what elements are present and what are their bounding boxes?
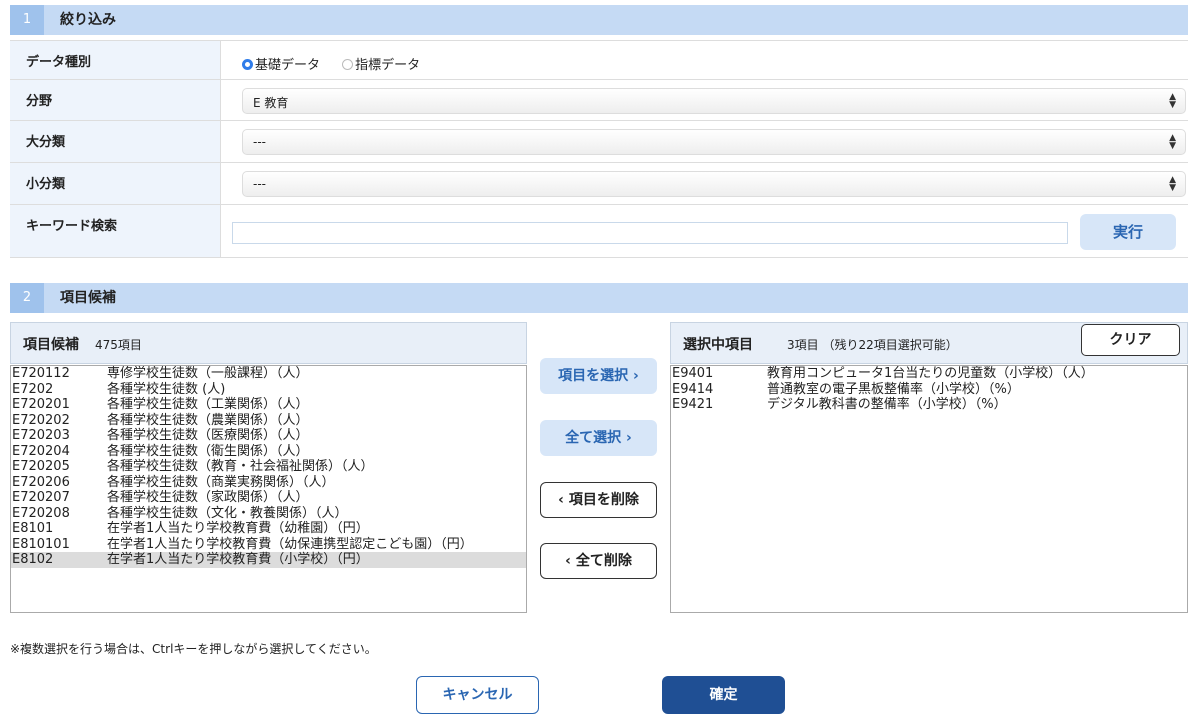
item-name: 在学者1人当たり学校教育費（幼保連携型認定こども園）（円）	[107, 536, 473, 552]
candidates-listbox[interactable]: E720112 専修学校生徒数（一般課程）（人） E7202 各種学校生徒数 (人) E…	[10, 365, 527, 613]
execute-button[interactable]: 実行	[1080, 214, 1176, 250]
item-name: 普通教室の電子黒板整備率（小学校）（%）	[767, 381, 1020, 397]
list-item[interactable]: E720201 各種学校生徒数（工業関係）（人）	[11, 397, 526, 413]
selected-title: 選択中項目	[683, 337, 753, 353]
radio-basic-data[interactable]: 基礎データ	[242, 58, 338, 73]
section-number: 2	[10, 283, 44, 313]
item-code: E720208	[12, 505, 70, 521]
field-label: 分野	[26, 94, 53, 109]
item-name: 各種学校生徒数 (人)	[107, 381, 226, 397]
list-item[interactable]: E720208 各種学校生徒数（文化・教養関係）（人）	[11, 506, 526, 522]
select-all-button[interactable]: 全て選択 ›	[540, 420, 657, 456]
list-item[interactable]: E720204 各種学校生徒数（衛生関係）（人）	[11, 444, 526, 460]
item-name: 各種学校生徒数（農業関係）（人）	[107, 412, 309, 428]
item-code: E9414	[672, 381, 714, 397]
candidates-panel-header: 項目候補 475項目	[10, 322, 527, 364]
item-code: E720201	[12, 397, 70, 412]
item-code: E720204	[12, 443, 70, 459]
list-item[interactable]: E810101 在学者1人当たり学校教育費（幼保連携型認定こども園）（円）	[11, 537, 526, 553]
item-name: 専修学校生徒数（一般課程）（人）	[107, 366, 309, 381]
select-item-button[interactable]: 項目を選択 ›	[540, 358, 657, 394]
list-item[interactable]: E7202 各種学校生徒数 (人)	[11, 382, 526, 398]
list-item[interactable]: E8102 在学者1人当たり学校教育費（小学校）（円）	[11, 552, 526, 568]
item-code: E810101	[12, 536, 70, 552]
confirm-button[interactable]: 確定	[662, 676, 785, 714]
select-arrows-icon: ▲ ▼	[1169, 133, 1176, 151]
list-item[interactable]: E720205 各種学校生徒数（教育・社会福祉関係）（人）	[11, 459, 526, 475]
major-category-row: 大分類 --- ▲ ▼	[10, 121, 1188, 163]
item-code: E720112	[12, 366, 70, 381]
item-code: E720207	[12, 490, 70, 505]
item-name: 教育用コンピュータ1台当たりの児童数（小学校）（人）	[767, 366, 1094, 381]
minor-category-label: 小分類	[26, 177, 66, 192]
list-item[interactable]: E8101 在学者1人当たり学校教育費（幼稚園）（円）	[11, 521, 526, 537]
item-code: E7202	[12, 381, 54, 397]
item-code: E9401	[672, 366, 714, 381]
selected-count: 3項目 （残り22項目選択可能）	[787, 338, 958, 352]
list-item[interactable]: E720206 各種学校生徒数（商業実務関係）（人）	[11, 475, 526, 491]
item-name: 在学者1人当たり学校教育費（小学校）（円）	[107, 552, 369, 567]
delete-item-button[interactable]: ‹ 項目を削除	[540, 482, 657, 518]
data-type-row: データ種別 基礎データ 指標データ	[10, 41, 1188, 80]
item-name: 各種学校生徒数（衛生関係）（人）	[107, 443, 309, 459]
field-row: 分野 E 教育 ▲ ▼	[10, 80, 1188, 121]
multi-select-note: ※複数選択を行う場合は、Ctrlキーを押しながら選択してください。	[10, 642, 377, 656]
keyword-label: キーワード検索	[26, 219, 118, 234]
keyword-input[interactable]	[232, 222, 1068, 244]
item-code: E8101	[12, 521, 54, 536]
item-name: 各種学校生徒数（商業実務関係）（人）	[107, 474, 335, 490]
candidates-count: 475項目	[95, 338, 142, 352]
list-item[interactable]: E720112 専修学校生徒数（一般課程）（人）	[11, 366, 526, 382]
section-title: 項目候補	[60, 290, 116, 306]
candidates-title: 項目候補	[23, 337, 79, 353]
filter-section-header: 1 絞り込み	[10, 5, 1188, 35]
list-item[interactable]: E9421 デジタル教科書の整備率（小学校）（%）	[671, 397, 1187, 413]
field-select[interactable]: E 教育 ▲ ▼	[242, 88, 1186, 114]
cancel-button[interactable]: キャンセル	[416, 676, 539, 714]
candidate-section-header: 2 項目候補	[10, 283, 1188, 313]
delete-all-button[interactable]: ‹ 全て削除	[540, 543, 657, 579]
select-arrows-icon: ▲ ▼	[1169, 175, 1176, 193]
item-code: E720205	[12, 459, 70, 474]
data-type-radio-group: 基礎データ 指標データ	[242, 54, 438, 73]
radio-on-icon[interactable]	[242, 59, 253, 70]
select-arrows-icon: ▲ ▼	[1169, 92, 1176, 110]
item-code: E720202	[12, 412, 70, 428]
item-name: 各種学校生徒数（医療関係）（人）	[107, 428, 309, 443]
section-number: 1	[10, 5, 44, 35]
item-code: E9421	[672, 397, 714, 412]
list-item[interactable]: E9414 普通教室の電子黒板整備率（小学校）（%）	[671, 382, 1187, 398]
item-name: 各種学校生徒数（教育・社会福祉関係）（人）	[107, 459, 374, 474]
radio-off-icon[interactable]	[342, 59, 354, 70]
item-name: 在学者1人当たり学校教育費（幼稚園）（円）	[107, 521, 369, 536]
clear-button[interactable]: クリア	[1081, 324, 1180, 356]
major-category-label: 大分類	[26, 135, 66, 150]
list-item[interactable]: E720202 各種学校生徒数（農業関係）（人）	[11, 413, 526, 429]
list-item[interactable]: E720207 各種学校生徒数（家政関係）（人）	[11, 490, 526, 506]
item-code: E720206	[12, 474, 70, 490]
selected-listbox[interactable]: E9401 教育用コンピュータ1台当たりの児童数（小学校）（人） E9414 普通教室…	[670, 365, 1188, 613]
radio-index-data[interactable]: 指標データ	[342, 58, 438, 73]
data-type-label: データ種別	[26, 55, 92, 70]
list-item[interactable]: E720203 各種学校生徒数（医療関係）（人）	[11, 428, 526, 444]
minor-category-select[interactable]: --- ▲ ▼	[242, 171, 1186, 197]
item-name: デジタル教科書の整備率（小学校）（%）	[767, 397, 1007, 412]
list-item[interactable]: E9401 教育用コンピュータ1台当たりの児童数（小学校）（人）	[671, 366, 1187, 382]
item-name: 各種学校生徒数（文化・教養関係）（人）	[107, 505, 348, 521]
item-code: E8102	[12, 552, 54, 567]
section-title: 絞り込み	[60, 12, 116, 28]
major-category-select[interactable]: --- ▲ ▼	[242, 129, 1186, 155]
minor-category-row: 小分類 --- ▲ ▼	[10, 163, 1188, 205]
item-name: 各種学校生徒数（家政関係）（人）	[107, 490, 309, 505]
item-name: 各種学校生徒数（工業関係）（人）	[107, 397, 309, 412]
item-code: E720203	[12, 428, 70, 443]
